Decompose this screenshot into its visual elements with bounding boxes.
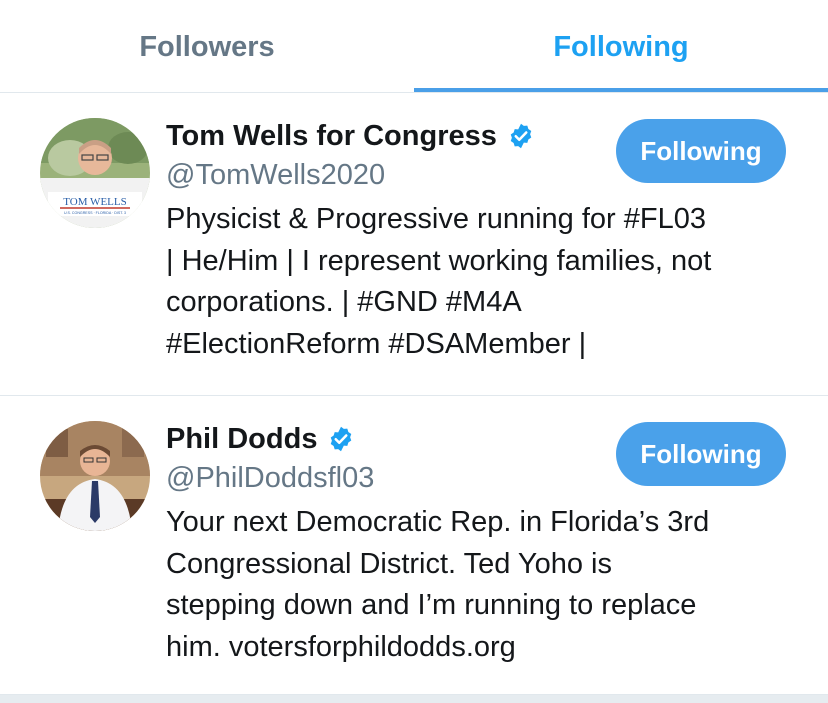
verified-badge-icon: [510, 123, 532, 149]
bio-line: corporations. | #GND #M4A: [166, 286, 522, 318]
avatar[interactable]: [40, 421, 150, 531]
tab-followers[interactable]: Followers: [0, 0, 414, 92]
bio-line: Physicist & Progressive running for #FL0…: [166, 203, 706, 235]
bio-line: Congressional District. Ted Yoho is: [166, 547, 612, 580]
verified-badge-icon: [331, 426, 352, 452]
avatar-logo-subtext: U.S. CONGRESS · FLORIDA · DIST. 3: [64, 211, 126, 215]
bio-line: Your next Democratic Rep. in Florida’s 3…: [166, 506, 710, 538]
profile-photo-icon: [40, 421, 150, 531]
user-handle: @PhilDoddsfl03: [166, 462, 375, 494]
user-bio: Your next Democratic Rep. in Florida’s 3…: [166, 502, 796, 668]
tab-following[interactable]: Following: [414, 0, 828, 92]
user-handle: @TomWells2020: [166, 159, 386, 191]
following-button[interactable]: Following: [616, 119, 786, 183]
bio-line: stepping down and I’m running to replace: [166, 589, 697, 621]
tab-bar: Followers Following: [0, 0, 828, 93]
user-bio: Physicist & Progressive running for #FL0…: [166, 199, 796, 365]
user-list-item[interactable]: Phil Dodds @PhilDoddsfl03 Your next Demo…: [0, 396, 828, 694]
bio-line: him. votersforphildodds.org: [166, 630, 516, 663]
active-tab-indicator: [414, 88, 828, 92]
bio-line: | He/Him | I represent working families,…: [166, 244, 712, 277]
avatar[interactable]: TOM WELLS U.S. CONGRESS · FLORIDA · DIST…: [40, 118, 150, 228]
user-list-item[interactable]: TOM WELLS U.S. CONGRESS · FLORIDA · DIST…: [0, 93, 828, 396]
display-name-line: Phil Dodds: [166, 420, 355, 458]
display-name[interactable]: Tom Wells for Congress: [166, 117, 497, 155]
following-button[interactable]: Following: [616, 422, 786, 486]
avatar-logo-text: TOM WELLS: [63, 196, 126, 208]
profile-photo-icon: TOM WELLS U.S. CONGRESS · FLORIDA · DIST…: [40, 118, 150, 228]
bio-line: #ElectionReform #DSAMember |: [166, 327, 587, 360]
display-name-line: Tom Wells for Congress: [166, 117, 535, 155]
display-name[interactable]: Phil Dodds: [166, 420, 317, 458]
